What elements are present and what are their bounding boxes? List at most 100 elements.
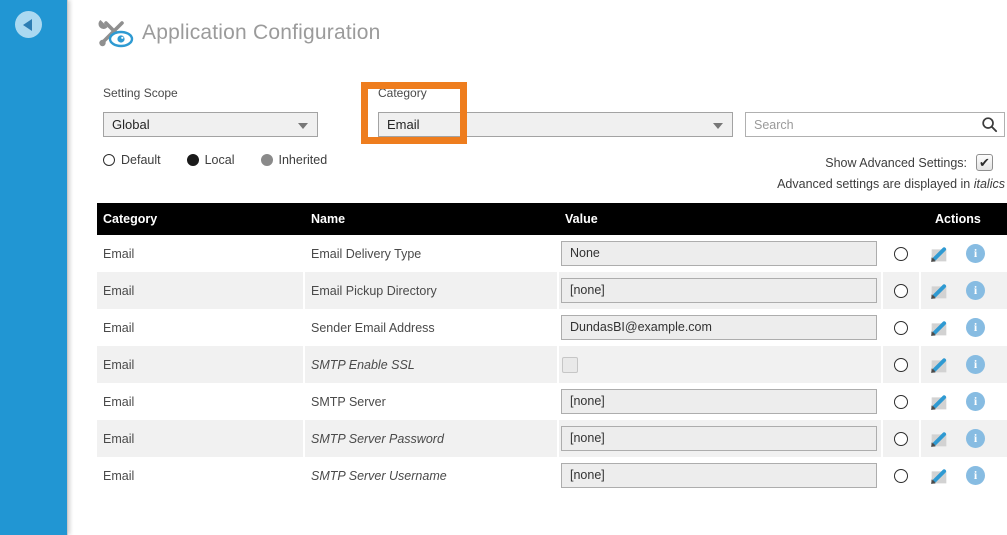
- row-select-radio[interactable]: [894, 283, 908, 298]
- row-category: Email: [97, 420, 303, 457]
- category-dropdown[interactable]: Email: [378, 112, 733, 137]
- row-value-input[interactable]: DundasBI@example.com: [561, 315, 877, 340]
- column-header-actions: Actions: [935, 212, 981, 226]
- row-select-radio[interactable]: [894, 431, 908, 446]
- table-row: Email Sender Email Address DundasBI@exam…: [97, 309, 1007, 346]
- advanced-note-italic: italics: [973, 177, 1005, 191]
- setting-scope-label: Setting Scope: [103, 86, 178, 100]
- edit-icon[interactable]: [928, 317, 950, 339]
- edit-icon[interactable]: [928, 280, 950, 302]
- row-value-cell: [none]: [559, 383, 881, 420]
- edit-icon[interactable]: [928, 428, 950, 450]
- row-value-checkbox[interactable]: [562, 356, 578, 373]
- search-icon[interactable]: [981, 116, 998, 133]
- info-icon[interactable]: i: [966, 318, 985, 337]
- row-category: Email: [103, 394, 135, 409]
- row-value-cell: [none]: [559, 457, 881, 494]
- radio-default[interactable]: Default: [103, 153, 161, 167]
- info-icon[interactable]: i: [966, 392, 985, 411]
- setting-scope-value: Global: [112, 117, 150, 132]
- application-configuration-icon: [98, 20, 134, 48]
- row-select-radio[interactable]: [894, 320, 908, 335]
- table-row: Email Email Delivery Type None i: [97, 235, 1007, 272]
- row-setting-name: Email Pickup Directory: [305, 272, 557, 309]
- row-setting-name: Sender Email Address: [311, 320, 435, 335]
- chevron-down-icon: [713, 123, 723, 129]
- advanced-settings-label: Show Advanced Settings:: [825, 155, 967, 170]
- page-header: Application Configuration: [98, 17, 380, 49]
- info-icon[interactable]: i: [966, 355, 985, 374]
- edit-icon[interactable]: [928, 354, 950, 376]
- category-label: Category: [378, 86, 427, 100]
- row-radio-cell: [883, 383, 919, 420]
- row-radio-cell: [883, 346, 919, 383]
- radio-inherited[interactable]: Inherited: [260, 153, 328, 167]
- row-value-input[interactable]: [none]: [561, 463, 877, 488]
- radio-inherited-label: Inherited: [278, 153, 328, 167]
- search-input[interactable]: [746, 117, 981, 132]
- edit-icon[interactable]: [928, 391, 950, 413]
- info-icon[interactable]: i: [966, 244, 985, 263]
- table-row: Email Email Pickup Directory [none] i: [97, 272, 1007, 309]
- row-category: Email: [103, 246, 135, 261]
- radio-inherited-circle[interactable]: [260, 154, 273, 166]
- row-category: Email: [97, 346, 303, 383]
- page-title: Application Configuration: [142, 21, 381, 44]
- radio-default-circle[interactable]: [103, 154, 115, 166]
- chevron-down-icon: [298, 123, 308, 129]
- row-value-input[interactable]: [none]: [561, 426, 877, 451]
- row-actions-cell: i: [921, 457, 1007, 494]
- edit-icon[interactable]: [928, 243, 950, 265]
- advanced-settings-note: Advanced settings are displayed in itali…: [777, 177, 1005, 191]
- row-setting-name: Email Delivery Type: [311, 246, 422, 261]
- row-select-radio[interactable]: [894, 468, 908, 483]
- row-radio-cell: [883, 457, 919, 494]
- row-actions-cell: i: [921, 235, 1007, 272]
- back-button[interactable]: [15, 11, 42, 38]
- row-actions-cell: i: [921, 346, 1007, 383]
- table-row: Email SMTP Server [none] i: [97, 383, 1007, 420]
- row-select-radio[interactable]: [894, 357, 908, 372]
- table-row: Email SMTP Enable SSL i: [97, 346, 1007, 383]
- row-actions-cell: i: [921, 383, 1007, 420]
- row-select-radio[interactable]: [894, 394, 908, 409]
- column-header-name: Name: [311, 212, 346, 226]
- row-category: Email: [103, 468, 135, 483]
- radio-local-label: Local: [204, 153, 235, 167]
- row-value-input[interactable]: [none]: [561, 278, 877, 303]
- info-icon[interactable]: i: [966, 281, 985, 300]
- setting-scope-dropdown[interactable]: Global: [103, 112, 318, 137]
- radio-local[interactable]: Local: [186, 153, 235, 167]
- row-radio-cell: [883, 309, 919, 346]
- row-radio-cell: [883, 272, 919, 309]
- row-value-input[interactable]: None: [561, 241, 877, 266]
- radio-local-circle[interactable]: [186, 154, 199, 166]
- advanced-settings-checkbox[interactable]: ✔: [976, 154, 993, 171]
- row-value-cell: [none]: [559, 420, 881, 457]
- column-header-category: Category: [103, 212, 158, 226]
- info-icon[interactable]: i: [966, 466, 985, 485]
- row-category: Email: [103, 320, 135, 335]
- sidebar: [0, 0, 68, 535]
- scope-radio-group: Default Local Inherited: [103, 153, 353, 167]
- edit-icon[interactable]: [928, 465, 950, 487]
- row-radio-cell: [883, 235, 919, 272]
- column-header-value: Value: [565, 212, 598, 226]
- row-value-cell: None: [559, 235, 881, 272]
- advanced-note-prefix: Advanced settings are displayed in: [777, 177, 974, 191]
- column-header-spacer: [883, 203, 919, 235]
- info-icon[interactable]: i: [966, 429, 985, 448]
- row-value-cell: [559, 346, 881, 383]
- table-row: Email SMTP Server Username [none] i: [97, 457, 1007, 494]
- back-arrow-icon: [23, 18, 32, 31]
- advanced-settings-row: Show Advanced Settings: ✔: [825, 154, 1005, 171]
- row-setting-name: SMTP Server Password: [305, 420, 557, 457]
- row-setting-name: SMTP Server: [311, 394, 386, 409]
- row-actions-cell: i: [921, 420, 1007, 457]
- row-select-radio[interactable]: [894, 246, 908, 261]
- row-radio-cell: [883, 420, 919, 457]
- row-value-input[interactable]: [none]: [561, 389, 877, 414]
- row-value-cell: [none]: [559, 272, 881, 309]
- row-actions-cell: i: [921, 272, 1007, 309]
- table-row: Email SMTP Server Password [none] i: [97, 420, 1007, 457]
